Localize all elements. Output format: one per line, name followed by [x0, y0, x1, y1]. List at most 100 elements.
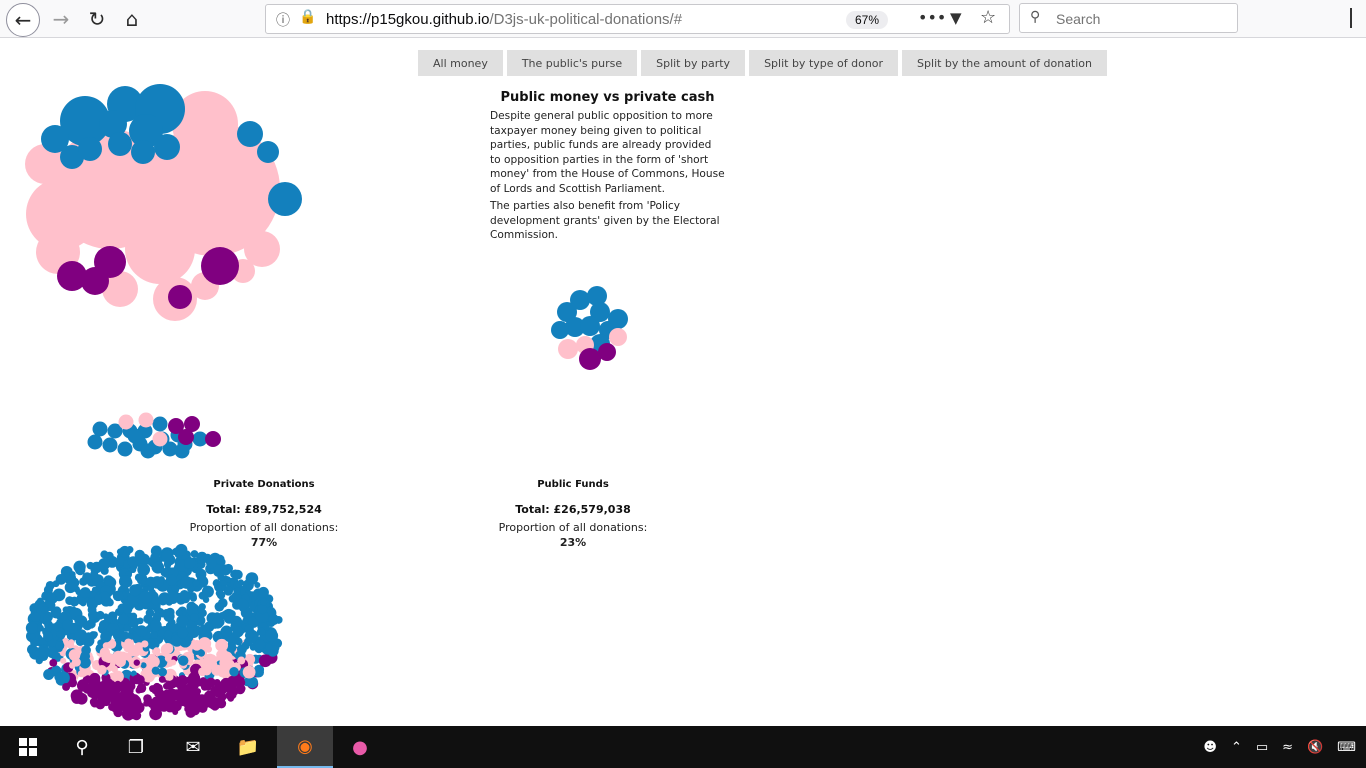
donation-bubble[interactable] — [82, 676, 91, 685]
donation-bubble[interactable] — [167, 688, 178, 699]
donation-bubble[interactable] — [206, 557, 217, 569]
donation-bubble[interactable] — [174, 443, 190, 459]
donation-bubble[interactable] — [99, 622, 106, 629]
taskbar-mail[interactable]: ✉ — [165, 726, 221, 768]
donation-bubble[interactable] — [54, 672, 63, 682]
donation-bubble[interactable] — [112, 590, 124, 602]
donation-bubble[interactable] — [223, 586, 234, 596]
donation-bubble[interactable] — [140, 443, 156, 459]
donation-bubble[interactable] — [40, 606, 48, 614]
donation-bubble[interactable] — [256, 627, 266, 636]
donation-bubble[interactable] — [154, 134, 180, 160]
donation-bubble[interactable] — [258, 586, 269, 598]
donation-bubble[interactable] — [201, 585, 214, 598]
donation-bubble[interactable] — [135, 625, 148, 637]
donation-bubble[interactable] — [83, 573, 93, 583]
donation-bubble[interactable] — [268, 182, 302, 216]
windows-start-button[interactable] — [0, 726, 56, 768]
donation-bubble[interactable] — [168, 285, 192, 309]
donation-bubble[interactable] — [214, 584, 222, 592]
donation-bubble[interactable] — [126, 546, 134, 554]
tab-split-by-amount[interactable]: Split by the amount of donation — [902, 50, 1108, 76]
donation-bubble[interactable] — [151, 596, 160, 606]
donation-bubble[interactable] — [150, 552, 160, 563]
donation-bubble[interactable] — [246, 583, 253, 591]
donation-bubble[interactable] — [49, 658, 58, 667]
donation-bubble[interactable] — [242, 665, 256, 679]
donation-bubble[interactable] — [170, 659, 177, 666]
taskbar-search-button[interactable]: ⚲ — [54, 726, 110, 768]
donation-bubble[interactable] — [171, 584, 179, 592]
donation-bubble[interactable] — [95, 610, 105, 620]
pocket-icon[interactable]: ▼ — [950, 9, 962, 27]
donation-bubble[interactable] — [149, 707, 163, 721]
donation-bubble[interactable] — [79, 587, 91, 599]
donation-bubble[interactable] — [102, 642, 110, 650]
tray-chevron-up-icon[interactable]: ⌃ — [1231, 740, 1242, 755]
donation-bubble[interactable] — [117, 441, 133, 457]
donation-bubble[interactable] — [229, 667, 239, 677]
donation-bubble[interactable] — [98, 557, 111, 571]
donation-bubble[interactable] — [217, 573, 225, 581]
donation-bubble[interactable] — [244, 624, 254, 634]
donation-bubble[interactable] — [112, 629, 122, 638]
donation-bubble[interactable] — [260, 598, 268, 606]
donation-bubble[interactable] — [134, 549, 145, 561]
donation-bubble[interactable] — [154, 698, 162, 707]
donation-bubble[interactable] — [64, 581, 77, 594]
donation-bubble[interactable] — [141, 640, 149, 648]
donation-bubble[interactable] — [134, 674, 145, 685]
donation-bubble[interactable] — [118, 414, 134, 430]
donation-bubble[interactable] — [215, 638, 229, 652]
donation-bubble[interactable] — [94, 594, 102, 602]
donation-bubble[interactable] — [87, 434, 103, 450]
donation-bubble[interactable] — [201, 247, 239, 285]
donation-bubble[interactable] — [245, 572, 259, 585]
tab-public-purse[interactable]: The public's purse — [506, 50, 638, 76]
donation-bubble[interactable] — [77, 670, 85, 678]
taskbar-firefox[interactable]: ◉ — [277, 726, 333, 768]
donation-bubble[interactable] — [236, 598, 249, 611]
donation-bubble[interactable] — [258, 654, 272, 668]
donation-bubble[interactable] — [268, 613, 279, 624]
donation-bubble[interactable] — [211, 664, 223, 676]
donation-bubble[interactable] — [202, 627, 209, 634]
donation-bubble[interactable] — [113, 707, 123, 718]
donation-bubble[interactable] — [55, 573, 67, 585]
donation-bubble[interactable] — [70, 689, 84, 703]
donation-bubble[interactable] — [162, 642, 174, 655]
tab-split-by-party[interactable]: Split by party — [641, 50, 746, 76]
donation-bubble[interactable] — [89, 697, 99, 707]
donation-bubble[interactable] — [151, 561, 165, 574]
donation-bubble[interactable] — [235, 580, 243, 588]
people-icon[interactable]: ☻ — [1203, 740, 1217, 755]
donation-bubble[interactable] — [47, 592, 56, 601]
donation-bubble[interactable] — [105, 615, 114, 623]
donation-bubble[interactable] — [265, 643, 273, 651]
tab-all-money[interactable]: All money — [418, 50, 503, 76]
donation-bubble[interactable] — [65, 596, 74, 606]
donation-bubble[interactable] — [217, 598, 228, 608]
keyboard-icon[interactable]: ⌨ — [1337, 740, 1356, 755]
zoom-badge[interactable]: 67% — [846, 11, 888, 29]
donation-bubble[interactable] — [123, 604, 133, 614]
donation-bubble[interactable] — [81, 267, 109, 295]
forward-button[interactable]: → — [46, 4, 76, 34]
donation-bubble[interactable] — [197, 605, 204, 613]
donation-bubble[interactable] — [257, 604, 268, 615]
donation-bubble[interactable] — [100, 631, 112, 643]
donation-bubble[interactable] — [558, 339, 578, 359]
donation-bubble[interactable] — [237, 121, 263, 147]
donation-bubble[interactable] — [80, 651, 91, 662]
donation-bubble[interactable] — [180, 576, 194, 589]
donation-bubble[interactable] — [235, 677, 246, 688]
donation-bubble[interactable] — [124, 638, 133, 648]
task-view-button[interactable]: ❐ — [108, 726, 164, 768]
donation-bubble[interactable] — [184, 557, 196, 569]
donation-bubble[interactable] — [31, 612, 41, 622]
battery-icon[interactable]: ▭ — [1256, 740, 1268, 755]
donation-bubble[interactable] — [598, 343, 616, 361]
page-actions-icon[interactable]: ••• — [918, 8, 946, 27]
donation-bubble[interactable] — [190, 613, 199, 622]
donation-bubble[interactable] — [153, 647, 161, 655]
